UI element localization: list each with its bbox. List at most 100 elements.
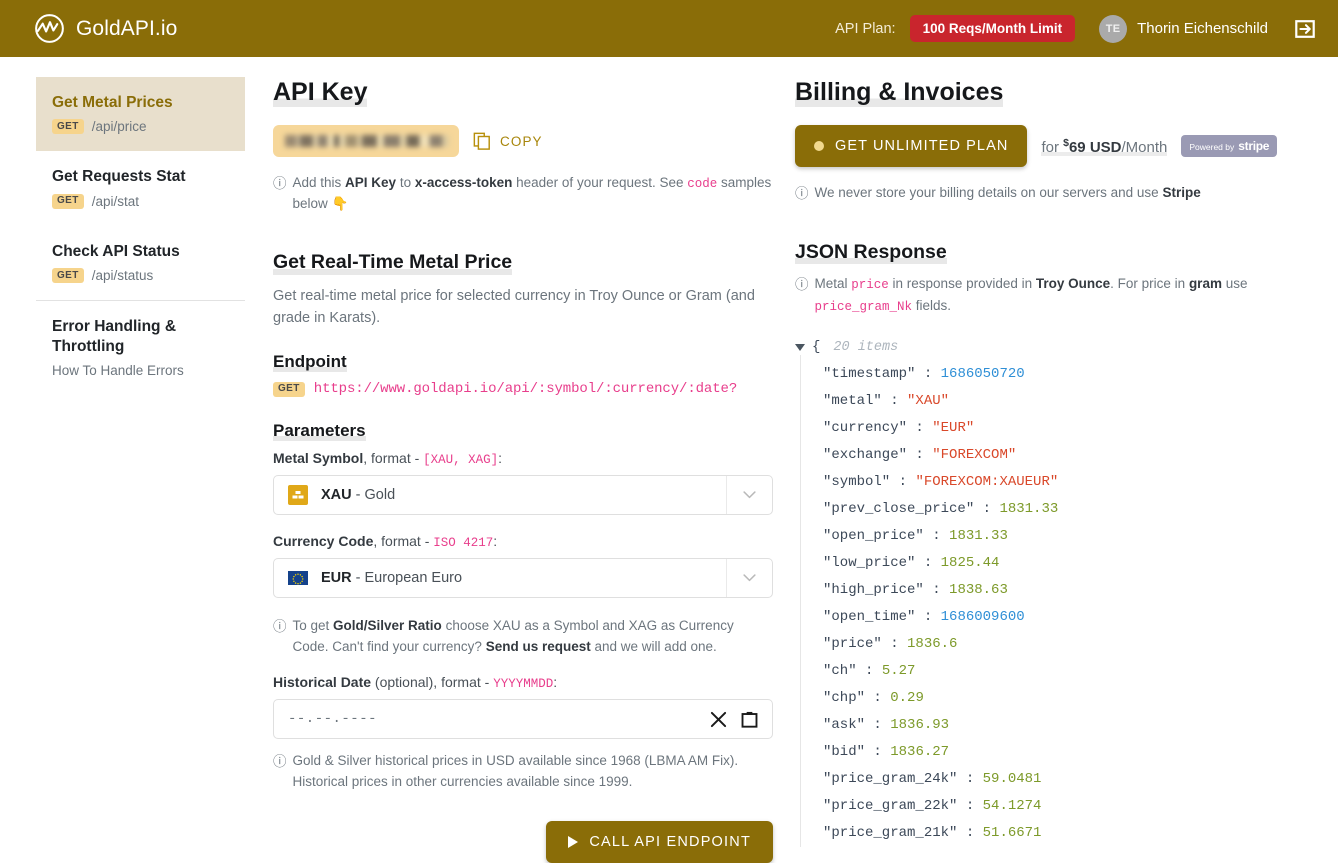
- sidebar-item-title: Error Handling & Throttling: [52, 318, 177, 355]
- page-body: Get Metal Prices GET /api/price Get Requ…: [0, 57, 1338, 863]
- currency-code-dropdown-toggle[interactable]: [726, 559, 772, 598]
- info-icon: ⓘ: [273, 754, 287, 770]
- json-field-value: 1686050720: [940, 366, 1025, 383]
- json-field-value: 51.6671: [982, 825, 1042, 842]
- json-response-viewer: { 20 items "timestamp" : 1686050720 "meta…: [795, 339, 1295, 848]
- json-field-colon: :: [974, 501, 1000, 518]
- json-field-value: 54.1274: [982, 798, 1042, 815]
- sidebar-item-path: /api/status: [91, 268, 154, 284]
- call-endpoint-row: CALL API ENDPOINT: [273, 821, 773, 863]
- json-field-value: 1838.63: [949, 582, 1008, 599]
- historical-prices-note-text: Gold & Silver historical prices in USD a…: [292, 753, 739, 790]
- user-name: Thorin Eichenschild: [1137, 20, 1268, 37]
- endpoint-url: https://www.goldapi.io/api/:symbol/:curr…: [313, 381, 738, 398]
- gold-silver-ratio-note-text: To get Gold/Silver Ratio choose XAU as a…: [292, 618, 734, 655]
- sidebar-item-check-api-status[interactable]: Check API Status GET /api/status: [36, 226, 245, 300]
- stripe-wordmark: stripe: [1238, 139, 1270, 153]
- currency-code-select[interactable]: EUR - European Euro: [273, 558, 773, 599]
- sidebar-item-path: /api/stat: [91, 193, 140, 209]
- json-field-value: 1831.33: [949, 528, 1008, 545]
- info-icon: ⓘ: [273, 619, 287, 635]
- sidebar-item-desc: How To Handle Errors: [52, 362, 184, 378]
- chevron-down-icon: [743, 491, 756, 499]
- heading-parameters: Parameters: [273, 421, 366, 442]
- metal-symbol-dropdown-toggle[interactable]: [726, 476, 772, 515]
- collapse-caret-icon[interactable]: [795, 343, 805, 351]
- json-field-value: 5.27: [881, 663, 916, 680]
- clear-x-icon[interactable]: [710, 711, 727, 728]
- json-field-row: "bid" : 1836.27: [823, 739, 1295, 766]
- json-field-colon: :: [881, 393, 908, 410]
- json-field-row: "ask" : 1836.93: [823, 712, 1295, 739]
- json-field-row: "exchange" : "FOREXCOM": [823, 442, 1295, 469]
- date-input-actions: [710, 711, 758, 728]
- api-key-note: ⓘ Add this API Key to x-access-token hea…: [273, 173, 773, 215]
- calendar-icon[interactable]: [741, 711, 758, 728]
- json-field-colon: :: [915, 366, 941, 383]
- json-field-value: 0.29: [890, 690, 924, 707]
- plan-price: for $69 USD/Month: [1041, 136, 1168, 156]
- json-field-colon: :: [957, 825, 983, 842]
- metal-symbol-label: Metal Symbol, format - [XAU, XAG]:: [273, 450, 503, 468]
- api-key-row: COPY: [273, 125, 773, 157]
- json-field-value: "FOREXCOM": [932, 447, 1017, 464]
- info-icon: ⓘ: [795, 186, 809, 201]
- json-field-key: "currency": [823, 420, 908, 437]
- billing-security-note-text: We never store your billing details on o…: [814, 185, 1201, 200]
- json-field-key: "price": [823, 636, 882, 653]
- json-field-colon: :: [865, 690, 891, 707]
- json-field-row: "currency" : "EUR": [823, 415, 1295, 442]
- json-field-key: "low_price": [823, 555, 916, 572]
- get-unlimited-plan-button[interactable]: GET UNLIMITED PLAN: [795, 125, 1028, 167]
- call-api-endpoint-button[interactable]: CALL API ENDPOINT: [546, 821, 773, 863]
- json-response-note: ⓘ Metal price in response provided in Tr…: [795, 274, 1295, 317]
- historical-date-input[interactable]: --.--.----: [273, 699, 773, 740]
- json-field-key: "price_gram_24k": [823, 771, 958, 788]
- json-root-node[interactable]: { 20 items: [795, 339, 1295, 355]
- method-badge: GET: [52, 119, 84, 135]
- metal-symbol-select[interactable]: XAU - Gold: [273, 475, 773, 516]
- json-field-value: 1825.44: [940, 555, 1000, 572]
- header-right-cluster: API Plan: 100 Reqs/Month Limit TE Thorin…: [835, 14, 1316, 43]
- sidebar-item-get-metal-prices[interactable]: Get Metal Prices GET /api/price: [36, 77, 245, 152]
- json-field-key: "bid": [823, 744, 866, 761]
- user-menu[interactable]: TE Thorin Eichenschild: [1099, 14, 1268, 43]
- json-item-count: 20 items: [833, 339, 899, 355]
- page-title-api-key: API Key: [273, 77, 368, 107]
- json-field-list: "timestamp" : 1686050720 "metal" : "XAU" "…: [800, 355, 1295, 848]
- json-open-brace: {: [812, 339, 821, 356]
- json-field-row: "price_gram_22k" : 54.1274: [823, 793, 1295, 820]
- avatar: TE: [1099, 14, 1128, 43]
- json-field-row: "open_time" : 1686009600: [823, 604, 1295, 631]
- goldapi-wave-circle-logo-icon: [35, 14, 64, 43]
- play-icon: [568, 836, 579, 849]
- json-field-colon: :: [907, 447, 933, 464]
- sidebar-item-error-handling[interactable]: Error Handling & Throttling How To Handl…: [36, 300, 245, 395]
- heading-json-response: JSON Response: [795, 240, 947, 265]
- brand-logo-link[interactable]: GoldAPI.io: [34, 13, 177, 44]
- copy-api-key-button[interactable]: COPY: [473, 132, 543, 150]
- sidebar-item-title: Get Metal Prices: [52, 94, 173, 111]
- json-field-colon: :: [923, 582, 950, 599]
- sidebar-nav: Get Metal Prices GET /api/price Get Requ…: [36, 77, 245, 863]
- json-field-row: "low_price" : 1825.44: [823, 550, 1295, 577]
- api-key-note-text: Add this API Key to x-access-token heade…: [292, 175, 772, 212]
- logout-icon[interactable]: [1294, 18, 1316, 40]
- json-field-colon: :: [957, 771, 983, 788]
- stripe-badge: Powered by stripe: [1181, 135, 1278, 157]
- json-field-row: "high_price" : 1838.63: [823, 577, 1295, 604]
- json-field-key: "metal": [823, 393, 882, 410]
- sidebar-item-title: Get Requests Stat: [52, 168, 186, 186]
- api-key-field[interactable]: [273, 125, 459, 157]
- gold-silver-ratio-note: ⓘ To get Gold/Silver Ratio choose XAU as…: [273, 616, 773, 658]
- plan-limit-badge[interactable]: 100 Reqs/Month Limit: [909, 15, 1076, 42]
- gold-bar-icon: [288, 485, 308, 506]
- json-field-row: "metal" : "XAU": [823, 388, 1295, 415]
- sidebar-item-endpoint: GET /api/status: [52, 268, 245, 284]
- sidebar-item-get-requests-stat[interactable]: Get Requests Stat GET /api/stat: [36, 151, 245, 225]
- json-field-value: "FOREXCOM:XAUEUR": [915, 474, 1059, 491]
- endpoint-row: GET https://www.goldapi.io/api/:symbol/:…: [273, 381, 773, 397]
- json-field-key: "symbol": [823, 474, 891, 491]
- json-field-value: 1686009600: [940, 609, 1025, 626]
- json-field-value: "XAU": [907, 393, 950, 410]
